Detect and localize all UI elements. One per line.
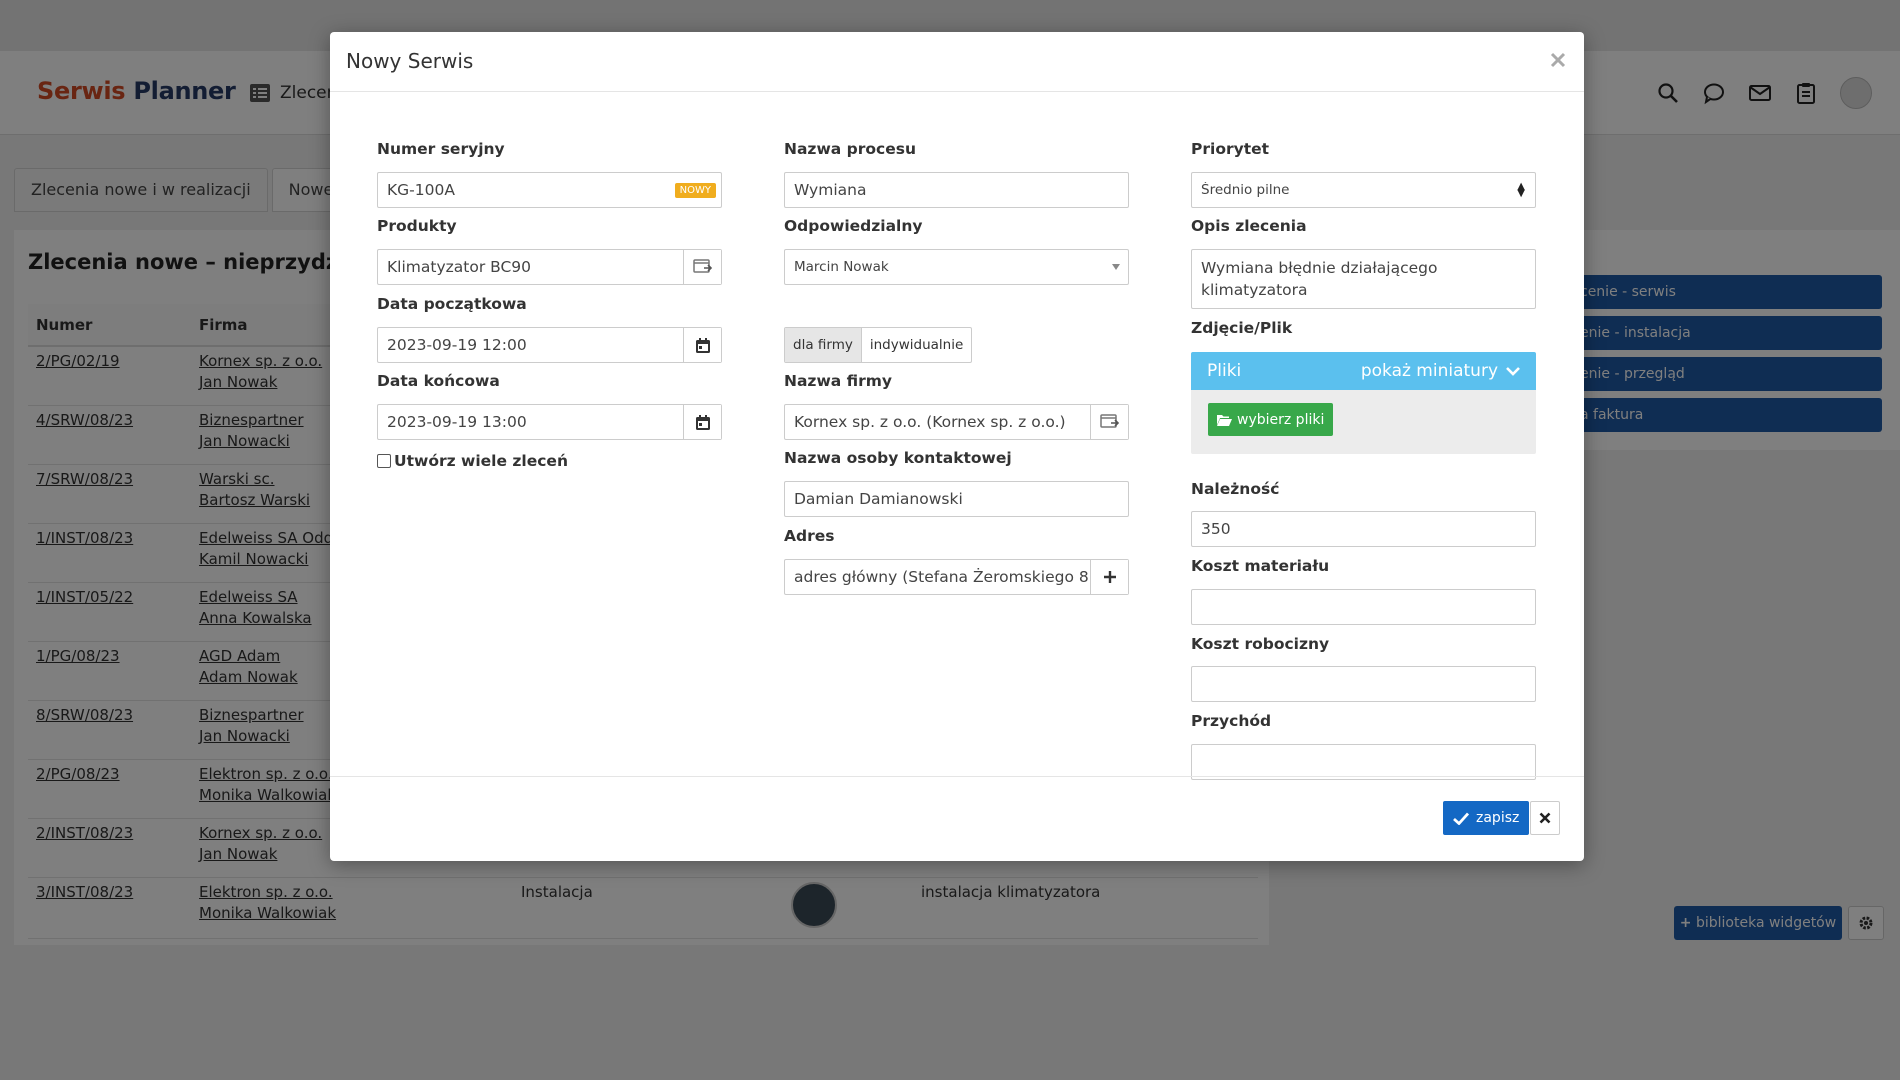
show-thumbnails-label: pokaż miniatury	[1360, 361, 1498, 381]
save-label: zapisz	[1476, 810, 1520, 826]
address-select[interactable]: adres główny (Stefana Żeromskiego 8, 0	[784, 559, 1129, 595]
multi-orders-row[interactable]: Utwórz wiele zleceń	[377, 452, 568, 470]
receivable-value: 350	[1201, 520, 1231, 538]
serial-number-field[interactable]: KG-100A NOWY	[377, 172, 722, 208]
select-arrows-icon: ▲ ▼	[1517, 181, 1525, 199]
company-name-field[interactable]: Kornex sp. z o.o. (Kornex sp. z o.o.)	[784, 404, 1129, 440]
contact-person-label: Nazwa osoby kontaktowej	[784, 449, 1012, 467]
caret-down-icon	[1112, 264, 1120, 270]
labor-cost-input[interactable]	[1191, 666, 1536, 702]
add-address-button[interactable]	[1090, 560, 1128, 594]
multi-orders-label: Utwórz wiele zleceń	[394, 452, 568, 470]
calendar-icon	[695, 337, 710, 353]
income-input[interactable]	[1191, 744, 1536, 780]
products-label: Produkty	[377, 217, 457, 235]
choose-files-button[interactable]: wybierz pliki	[1208, 403, 1334, 436]
serial-number-value: KG-100A	[387, 181, 455, 199]
plus-icon	[1103, 571, 1116, 583]
products-value: Klimatyzator BC90	[387, 258, 532, 276]
show-thumbnails-toggle[interactable]: pokaż miniatury	[1361, 361, 1520, 381]
scope-individual-button[interactable]: indywidualnie	[862, 328, 971, 362]
modal-title: Nowy Serwis	[346, 49, 474, 73]
new-badge: NOWY	[674, 182, 716, 198]
receivable-label: Należność	[1191, 480, 1280, 498]
close-icon	[1550, 52, 1566, 68]
income-label: Przychód	[1191, 712, 1272, 730]
contact-person-value: Damian Damianowski	[794, 490, 963, 508]
process-name-label: Nazwa procesu	[784, 140, 916, 158]
receivable-input[interactable]: 350	[1191, 511, 1536, 547]
address-value: adres główny (Stefana Żeromskiego 8, 0	[794, 568, 1090, 586]
start-date-calendar-button[interactable]	[683, 328, 721, 362]
address-label: Adres	[784, 527, 835, 545]
files-body: wybierz pliki	[1191, 390, 1536, 454]
files-header[interactable]: Pliki pokaż miniatury	[1191, 352, 1536, 390]
multi-orders-checkbox[interactable]	[377, 454, 391, 468]
photo-file-label: Zdjęcie/Plik	[1191, 319, 1293, 337]
modal-footer: zapisz	[330, 776, 1584, 861]
process-name-field[interactable]: Wymiana	[784, 172, 1129, 208]
picker-icon	[1099, 414, 1119, 428]
material-cost-input[interactable]	[1191, 589, 1536, 625]
order-description-label: Opis zlecenia	[1191, 217, 1307, 235]
start-date-field[interactable]: 2023-09-19 12:00	[377, 327, 722, 363]
chevron-down-icon	[1506, 367, 1520, 376]
priority-value: Średnio pilne	[1201, 182, 1290, 198]
start-date-label: Data początkowa	[377, 295, 527, 313]
modal-header: Nowy Serwis	[330, 32, 1584, 92]
responsible-label: Odpowiedzialny	[784, 217, 923, 235]
company-name-label: Nazwa firmy	[784, 372, 893, 390]
company-name-value: Kornex sp. z o.o. (Kornex sp. z o.o.)	[794, 413, 1066, 431]
save-button[interactable]: zapisz	[1443, 801, 1530, 835]
cancel-button[interactable]	[1530, 801, 1560, 835]
order-description-textarea[interactable]: Wymiana błędnie działającego klimatyzato…	[1191, 249, 1536, 309]
responsible-value: Marcin Nowak	[794, 259, 889, 275]
labor-cost-label: Koszt robocizny	[1191, 635, 1330, 653]
scope-company-button[interactable]: dla firmy	[785, 328, 862, 362]
responsible-select[interactable]: Marcin Nowak	[784, 249, 1129, 285]
end-date-value: 2023-09-19 13:00	[387, 413, 527, 431]
choose-files-label: wybierz pliki	[1237, 411, 1325, 428]
folder-open-icon	[1217, 414, 1232, 426]
files-header-title: Pliki	[1207, 361, 1242, 381]
end-date-label: Data końcowa	[377, 372, 500, 390]
products-picker-button[interactable]	[683, 250, 721, 284]
client-scope-toggle: dla firmy indywidualnie	[784, 327, 973, 363]
close-icon	[1539, 812, 1551, 824]
end-date-calendar-button[interactable]	[683, 405, 721, 439]
products-field[interactable]: Klimatyzator BC90	[377, 249, 722, 285]
company-picker-button[interactable]	[1090, 405, 1128, 439]
serial-number-label: Numer seryjny	[377, 140, 505, 158]
end-date-field[interactable]: 2023-09-19 13:00	[377, 404, 722, 440]
calendar-icon	[695, 414, 710, 430]
process-name-value: Wymiana	[794, 181, 867, 199]
contact-person-field[interactable]: Damian Damianowski	[784, 481, 1129, 517]
picker-icon	[692, 259, 712, 273]
priority-select[interactable]: Średnio pilne ▲ ▼	[1191, 172, 1536, 208]
priority-label: Priorytet	[1191, 140, 1270, 158]
check-icon	[1453, 812, 1469, 825]
new-service-modal: Nowy Serwis Numer seryjny KG-100A NOWY P…	[330, 32, 1584, 861]
start-date-value: 2023-09-19 12:00	[387, 336, 527, 354]
modal-close-button[interactable]	[1544, 46, 1572, 74]
material-cost-label: Koszt materiału	[1191, 557, 1330, 575]
